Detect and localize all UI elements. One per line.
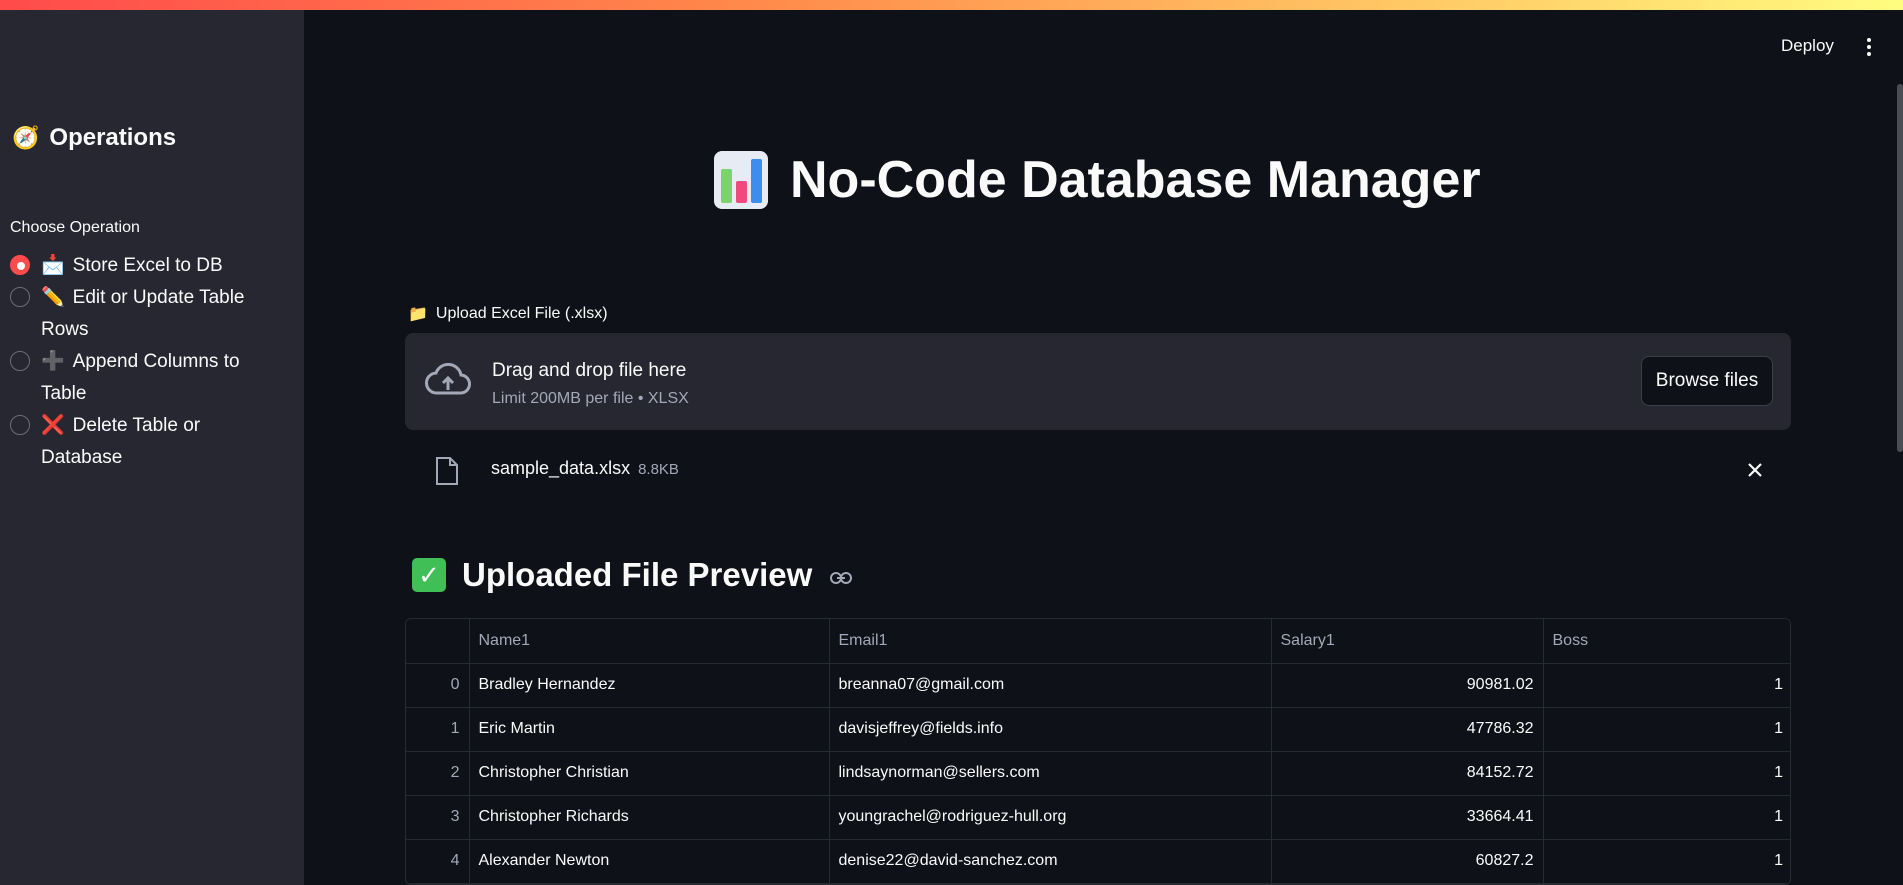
- plus-icon: ➕: [41, 351, 65, 372]
- cell-name[interactable]: Christopher Richards: [469, 795, 830, 840]
- cell-email[interactable]: breanna07@gmail.com: [829, 663, 1272, 708]
- column-header-name[interactable]: Name1: [469, 619, 830, 664]
- cell-boss[interactable]: 1: [1543, 663, 1790, 708]
- cell-email[interactable]: youngrachel@rodriguez-hull.org: [829, 795, 1272, 840]
- radio-append-columns[interactable]: ➕ Append Columns to Table: [10, 346, 290, 410]
- cell-boss[interactable]: 1: [1543, 751, 1790, 796]
- compass-icon: 🧭: [12, 125, 40, 150]
- cell-salary[interactable]: 90981.02: [1271, 663, 1544, 708]
- bar-chart-icon: [714, 151, 768, 209]
- column-header-email[interactable]: Email1: [829, 619, 1272, 664]
- column-header-boss[interactable]: Boss: [1543, 619, 1790, 664]
- cross-icon: ❌: [41, 415, 65, 436]
- file-size: 8.8KB: [638, 461, 679, 478]
- preview-heading: ✓ Uploaded File Preview: [412, 556, 853, 594]
- link-icon[interactable]: [830, 571, 853, 585]
- cell-boss[interactable]: 1: [1543, 839, 1790, 884]
- cell-email[interactable]: davisjeffrey@fields.info: [829, 707, 1272, 752]
- radio-edit-update[interactable]: ✏️ Edit or Update Table Rows: [10, 282, 290, 346]
- sidebar: 🧭 Operations Choose Operation 📩 Store Exc…: [0, 0, 304, 885]
- row-index[interactable]: 1: [406, 707, 470, 752]
- drag-drop-text: Drag and drop file here: [492, 360, 687, 381]
- check-mark-icon: ✓: [412, 558, 446, 592]
- radio-button[interactable]: [10, 287, 30, 307]
- operation-label: Choose Operation: [10, 219, 140, 236]
- upload-label: 📁 Upload Excel File (.xlsx): [408, 304, 608, 324]
- uploaded-file-row: sample_data.xlsx 8.8KB: [405, 448, 1791, 496]
- scrollbar[interactable]: [1897, 84, 1903, 452]
- cell-name[interactable]: Bradley Hernandez: [469, 663, 830, 708]
- file-name: sample_data.xlsx: [491, 458, 631, 478]
- file-icon: [436, 457, 458, 485]
- inbox-icon: 📩: [41, 255, 65, 276]
- table-row: 1 Eric Martin davisjeffrey@fields.info 4…: [406, 707, 1790, 752]
- column-header-index[interactable]: [406, 619, 470, 664]
- table-row: 3 Christopher Richards youngrachel@rodri…: [406, 795, 1790, 840]
- radio-button-selected[interactable]: [10, 255, 30, 275]
- cell-boss[interactable]: 1: [1543, 795, 1790, 840]
- radio-store-excel[interactable]: 📩 Store Excel to DB: [10, 250, 290, 282]
- sidebar-heading: Operations: [49, 124, 177, 151]
- radio-label: Store Excel to DB: [72, 255, 223, 276]
- radio-delete[interactable]: ❌ Delete Table or Database: [10, 410, 290, 474]
- cell-email[interactable]: denise22@david-sanchez.com: [829, 839, 1272, 884]
- column-header-salary[interactable]: Salary1: [1271, 619, 1544, 664]
- cell-salary[interactable]: 33664.41: [1271, 795, 1544, 840]
- cloud-upload-icon: [425, 363, 471, 395]
- cell-name[interactable]: Eric Martin: [469, 707, 830, 752]
- row-index[interactable]: 3: [406, 795, 470, 840]
- data-table[interactable]: Name1 Email1 Salary1 Boss 0 Bradley Hern…: [405, 618, 1791, 885]
- sidebar-title: 🧭 Operations: [12, 124, 176, 152]
- table-row: 4 Alexander Newton denise22@david-sanche…: [406, 839, 1790, 884]
- page-title: No-Code Database Manager: [714, 150, 1481, 210]
- table-header-row: Name1 Email1 Salary1 Boss: [406, 619, 1790, 664]
- row-index[interactable]: 4: [406, 839, 470, 884]
- file-limit-text: Limit 200MB per file • XLSX: [492, 390, 689, 407]
- radio-button[interactable]: [10, 415, 30, 435]
- deploy-button[interactable]: Deploy: [1781, 36, 1834, 56]
- radio-button[interactable]: [10, 351, 30, 371]
- close-icon[interactable]: [1745, 460, 1765, 480]
- cell-name[interactable]: Alexander Newton: [469, 839, 830, 884]
- file-dropzone[interactable]: Drag and drop file here Limit 200MB per …: [405, 333, 1791, 430]
- row-index[interactable]: 2: [406, 751, 470, 796]
- radio-label: Append Columns to Table: [41, 351, 240, 404]
- cell-salary[interactable]: 84152.72: [1271, 751, 1544, 796]
- radio-label: Edit or Update Table Rows: [41, 287, 245, 340]
- preview-title: Uploaded File Preview: [462, 556, 813, 593]
- table-row: 0 Bradley Hernandez breanna07@gmail.com …: [406, 663, 1790, 708]
- cell-salary[interactable]: 60827.2: [1271, 839, 1544, 884]
- upload-label-text: Upload Excel File (.xlsx): [435, 305, 608, 322]
- main-content: Deploy No-Code Database Manager 📁 Upload…: [304, 0, 1903, 885]
- cell-boss[interactable]: 1: [1543, 707, 1790, 752]
- row-index[interactable]: 0: [406, 663, 470, 708]
- cell-email[interactable]: lindsaynorman@sellers.com: [829, 751, 1272, 796]
- cell-name[interactable]: Christopher Christian: [469, 751, 830, 796]
- more-menu-icon[interactable]: [1857, 36, 1881, 58]
- top-decoration-stripe: [0, 0, 1903, 10]
- page-heading: No-Code Database Manager: [790, 151, 1481, 209]
- table-row: 2 Christopher Christian lindsaynorman@se…: [406, 751, 1790, 796]
- folder-icon: 📁: [408, 306, 428, 323]
- browse-files-button[interactable]: Browse files: [1641, 356, 1773, 406]
- operation-radio-group: 📩 Store Excel to DB ✏️ Edit or Update Tabl…: [10, 250, 290, 474]
- pencil-icon: ✏️: [41, 287, 65, 308]
- cell-salary[interactable]: 47786.32: [1271, 707, 1544, 752]
